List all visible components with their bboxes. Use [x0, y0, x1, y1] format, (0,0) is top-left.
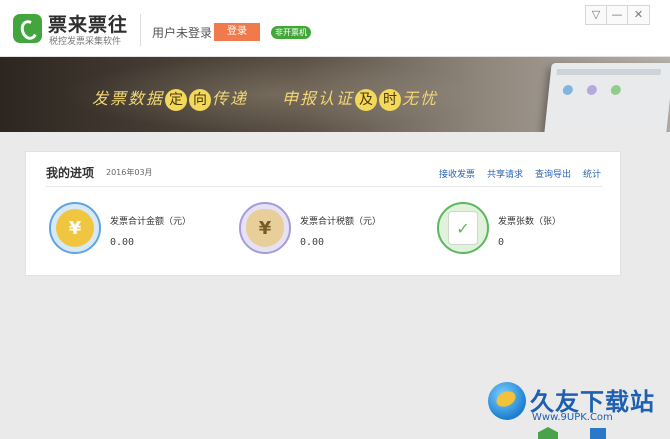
slogan-right-post: 无忧 — [402, 89, 439, 108]
watermark-logo-icon — [488, 382, 526, 420]
box-icon — [590, 428, 606, 439]
card-title: 我的进项 — [46, 166, 95, 180]
statistics-link[interactable]: 统计 — [583, 167, 601, 180]
stat-label: 发票合计金额（元） — [110, 217, 192, 227]
stat-label: 发票合计税额（元） — [300, 217, 382, 227]
minimize-icon[interactable]: — — [607, 6, 628, 24]
user-status: 用户未登录 — [152, 26, 213, 40]
stat-value: 0.00 — [300, 237, 325, 248]
close-icon[interactable]: ✕ — [628, 6, 649, 24]
house-icon — [538, 427, 558, 439]
slogan-right-pre: 申报认证 — [282, 89, 355, 108]
money-bag-shape: ¥ — [246, 209, 284, 247]
stat-value: 0 — [498, 237, 505, 248]
share-request-link[interactable]: 共享请求 — [487, 167, 523, 180]
slogan-left-highlight-1: 定 — [165, 89, 188, 111]
window-controls: ▽ — ✕ — [585, 5, 650, 25]
app-subtitle: 税控发票采集软件 — [49, 37, 122, 47]
laptop-illustration — [544, 63, 670, 132]
stat-total-tax: ¥ 发票合计税额（元） 0.00 — [239, 202, 409, 258]
title-divider — [140, 14, 141, 46]
app-logo-icon — [13, 14, 42, 43]
my-progress-card: 我的进项 2016年03月 接收发票 共享请求 查询导出 统计 ¥ 发票合计金额… — [25, 151, 621, 276]
card-links: 接收发票 共享请求 查询导出 统计 — [439, 167, 601, 180]
receive-invoice-link[interactable]: 接收发票 — [439, 167, 475, 180]
slogan-left-post: 传递 — [212, 89, 249, 108]
site-watermark: 久友下载站 Www.9UPK.Com — [488, 380, 670, 439]
stat-total-amount: ¥ 发票合计金额（元） 0.00 — [49, 202, 219, 258]
title-bar: 票来票往 税控发票采集软件 用户未登录 登录 非开票机 ▽ — ✕ — [0, 0, 670, 57]
slogan-right-highlight-2: 时 — [379, 89, 402, 111]
stat-invoice-count: ✓ 发票张数（张） 0 — [437, 202, 607, 258]
card-date: 2016年03月 — [106, 168, 153, 177]
laptop-screen-dot — [562, 85, 574, 95]
promo-banner: 发票数据定向传递 申报认证及时无忧 — [0, 57, 670, 132]
mode-badge: 非开票机 — [271, 26, 311, 39]
laptop-screen-bar — [556, 69, 662, 75]
money-bag-icon: ¥ — [239, 202, 291, 254]
banner-slogan-left: 发票数据定向传递 — [92, 85, 248, 111]
stat-value: 0.00 — [110, 237, 135, 248]
app-title: 票来票往 — [48, 14, 129, 36]
invoice-check-icon: ✓ — [437, 202, 489, 254]
stat-label: 发票张数（张） — [498, 217, 562, 227]
slogan-left-pre: 发票数据 — [92, 89, 165, 108]
laptop-screen-dot — [586, 85, 598, 95]
laptop-screen-dot — [610, 85, 622, 95]
yuan-coin-icon: ¥ — [49, 202, 101, 254]
query-export-link[interactable]: 查询导出 — [535, 167, 571, 180]
yuan-symbol: ¥ — [56, 209, 94, 247]
checkmark-icon: ✓ — [448, 211, 478, 245]
slogan-right-highlight-1: 及 — [355, 89, 378, 111]
login-button[interactable]: 登录 — [214, 23, 260, 41]
watermark-url: Www.9UPK.Com — [532, 412, 613, 423]
card-divider — [46, 186, 602, 187]
banner-slogan-right: 申报认证及时无忧 — [282, 85, 438, 111]
dropdown-icon[interactable]: ▽ — [586, 6, 607, 24]
slogan-left-highlight-2: 向 — [189, 89, 212, 111]
